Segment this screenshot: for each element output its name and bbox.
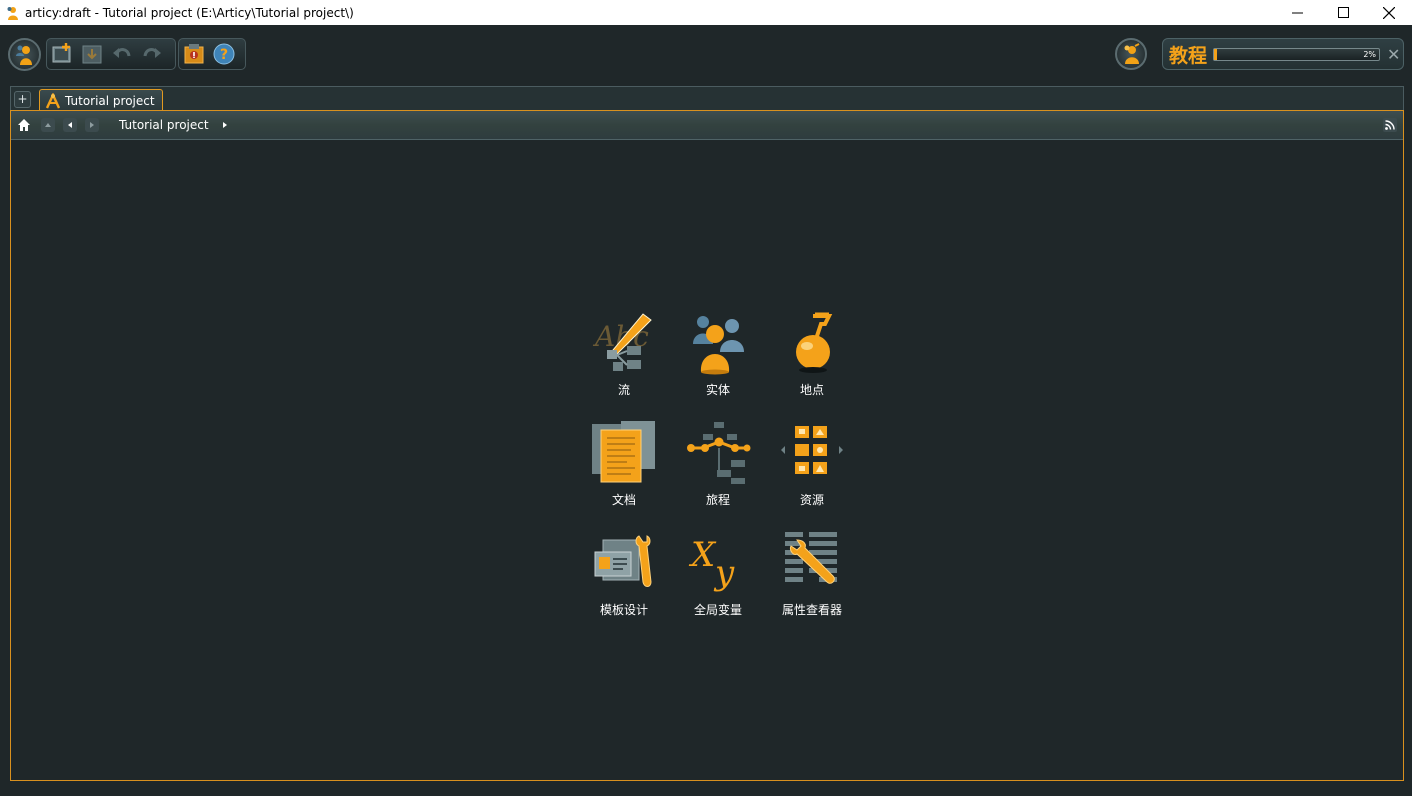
report-button[interactable]: [180, 40, 208, 68]
launcher-label: 实体: [705, 383, 730, 397]
tutorial-panel: 教程 2% ✕: [1162, 38, 1404, 70]
help-button[interactable]: ?: [210, 40, 238, 68]
redo-button[interactable]: [138, 40, 166, 68]
svg-text:?: ?: [220, 47, 228, 63]
launcher-label: 属性查看器: [781, 603, 842, 617]
articy-project-icon: [45, 92, 61, 109]
entities-icon: [693, 316, 744, 375]
main-toolbar: ? 教程 2% ✕: [0, 25, 1412, 85]
tutorial-progress-text: 2%: [1363, 49, 1377, 59]
edit-toolbar-group: [46, 38, 176, 70]
arrow-up-icon: [45, 123, 51, 127]
launcher-global-variables[interactable]: X y 全局变量: [671, 530, 765, 626]
navigate-up-button[interactable]: [41, 118, 55, 132]
redo-icon: [143, 48, 161, 58]
journeys-icon: [687, 422, 751, 484]
template-design-icon: [594, 535, 652, 587]
breadcrumb-expand-arrow[interactable]: [222, 122, 227, 128]
report-icon: [184, 44, 204, 64]
close-icon: [1383, 6, 1395, 19]
launcher-template-design[interactable]: 模板设计: [577, 530, 671, 626]
launcher-label: 资源: [799, 493, 824, 507]
new-icon: [52, 43, 71, 63]
save-icon: [82, 45, 102, 64]
help-icon: ?: [213, 43, 235, 65]
locations-icon: [796, 312, 833, 373]
title-bar: articy:draft - Tutorial project (E:\Arti…: [0, 0, 1412, 25]
undo-button[interactable]: [108, 40, 136, 68]
property-inspector-icon: [785, 532, 837, 584]
home-button[interactable]: [15, 116, 33, 134]
tab-strip: + Tutorial project: [10, 86, 1404, 111]
tutorial-progress-bar: 2%: [1213, 47, 1381, 61]
maximize-icon: [1337, 7, 1349, 18]
content-frame: Tutorial project Abc 流 实体 地点 文档 旅程 资源 模板…: [10, 110, 1404, 781]
global-variables-icon: X y: [688, 535, 735, 593]
new-button[interactable]: [48, 40, 76, 68]
launcher-property-inspector[interactable]: 属性查看器: [765, 530, 859, 626]
navigate-forward-button[interactable]: [85, 118, 99, 132]
tutorial-progress-fill: [1214, 48, 1218, 60]
launcher-label: 地点: [799, 383, 824, 397]
navigation-bar: Tutorial project: [11, 111, 1403, 140]
window-controls: [1274, 0, 1412, 25]
minimize-button[interactable]: [1274, 0, 1320, 25]
launcher-documents[interactable]: 文档: [577, 420, 671, 516]
launcher-locations[interactable]: 地点: [765, 310, 859, 406]
account-button[interactable]: [1115, 38, 1147, 70]
rss-feed-icon[interactable]: [1383, 118, 1397, 132]
svg-text:X: X: [688, 535, 717, 575]
flow-icon: Abc: [592, 313, 652, 371]
tab-label: Tutorial project: [65, 93, 155, 108]
user-menu-button[interactable]: [8, 38, 41, 71]
maximize-button[interactable]: [1320, 0, 1366, 25]
assets-icon: [781, 426, 843, 474]
breadcrumb-item[interactable]: Tutorial project: [119, 118, 209, 132]
launcher-assets[interactable]: 资源: [765, 420, 859, 516]
launcher-entities[interactable]: 实体: [671, 310, 765, 406]
tutorial-close-button[interactable]: ✕: [1387, 45, 1400, 64]
add-tab-button[interactable]: +: [14, 91, 31, 108]
user-figure-icon: [1124, 43, 1140, 64]
tab-tutorial-project[interactable]: Tutorial project: [39, 89, 163, 111]
navigate-back-button[interactable]: [63, 118, 77, 132]
launcher-journeys[interactable]: 旅程: [671, 420, 765, 516]
svg-text:y: y: [713, 553, 735, 593]
launcher-label: 全局变量: [693, 603, 742, 617]
home-icon: [18, 119, 30, 131]
arrow-left-icon: [68, 122, 72, 128]
close-button[interactable]: [1366, 0, 1412, 25]
launcher-label: 文档: [611, 493, 636, 507]
launcher-label: 流: [617, 383, 630, 397]
launcher-label: 模板设计: [599, 603, 648, 617]
save-button[interactable]: [78, 40, 106, 68]
minimize-icon: [1291, 12, 1303, 14]
window-title: articy:draft - Tutorial project (E:\Arti…: [25, 5, 354, 20]
user-figure-icon: [15, 45, 32, 65]
arrow-right-icon: [90, 122, 94, 128]
launcher-flow[interactable]: Abc 流: [577, 310, 671, 406]
tutorial-label[interactable]: 教程: [1169, 41, 1207, 68]
articy-app-icon: [7, 6, 18, 20]
help-toolbar-group: ?: [178, 38, 246, 70]
documents-icon: [592, 421, 655, 483]
launcher-label: 旅程: [705, 493, 730, 507]
undo-icon: [113, 48, 131, 58]
